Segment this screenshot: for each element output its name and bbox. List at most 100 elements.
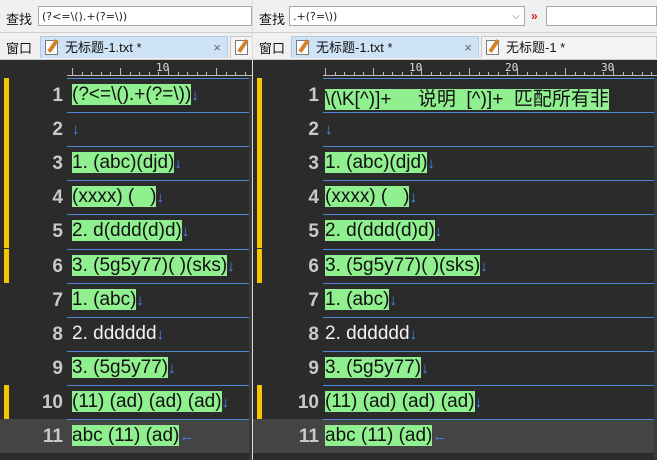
line-end-icon: ↓ [156,325,165,343]
line-text: abc (11) (ad)← [325,425,447,447]
chevron-down-icon[interactable]: ⌵ [512,7,520,25]
tab-title: 无标题-1.txt * [316,40,393,55]
code-line[interactable]: 10 (11) (ad) (ad) (ad)↓ [253,384,657,419]
ruler-tick [469,68,470,76]
code-line[interactable]: 5 2. d(ddd(d)d)↓ [253,214,657,249]
tab-untitled-1[interactable]: 无标题-1.txt * × [291,36,479,58]
line-number: 7 [52,289,63,311]
line-end-icon: ↓ [480,257,488,275]
code-line[interactable]: 2 ↓ [253,112,657,147]
tab-untitled-1[interactable]: 无标题-1.txt * × [40,36,228,58]
change-marker [4,384,9,419]
ruler-tick [555,72,557,76]
text-editor[interactable]: 1 \(\K[^)]+ 说明 [^)]+ 匹配所有非 2 ↓ 3 1. (abc)(djd… [253,78,657,460]
document-icon [296,40,309,55]
change-marker [257,214,262,249]
line-end-icon: ↓ [174,155,182,173]
line-text: ↓ [325,118,333,140]
line-end-icon: ↓ [389,291,397,309]
search-match-highlight: 3. (5g5y77) [72,356,169,378]
code-line[interactable]: 8 2. dddddd↓ [0,316,252,351]
ruler-tick [206,72,208,76]
code-line[interactable]: 8 2. dddddd↓ [253,316,657,351]
code-line[interactable]: 4 (xxxx) ( )↓ [0,180,252,215]
line-end-icon: ↓ [136,291,144,309]
ruler-tick [235,72,237,76]
code-line[interactable]: 6 3. (5g5y77)( )(sks)↓ [253,248,657,283]
line-number: 3 [308,153,319,175]
code-line[interactable]: 10 (11) (ad) (ad) (ad)↓ [0,384,252,419]
code-line[interactable]: 9 3. (5g5y77)↓ [253,350,657,385]
find-bar: 查找 .+(?=\)) ⌵ » [253,0,657,33]
line-gutter: 6 [0,248,67,283]
search-match-highlight: abc (11) (ad) [72,425,180,446]
tab-bar: 窗口 无标题-1.txt * × 无标题-1 * [253,33,657,60]
column-ruler: 10 20 30 [323,60,657,78]
replace-input[interactable] [546,6,657,26]
close-icon[interactable]: × [213,37,221,58]
close-icon[interactable]: × [464,37,472,58]
line-gutter: 3 [0,146,67,181]
ruler-tick [129,72,131,76]
code-line[interactable]: 3 1. (abc)(djd)↓ [253,146,657,181]
change-marker [4,112,9,147]
ruler-tick [148,72,150,76]
ruler-tick [187,72,189,76]
ruler-tick [225,72,227,76]
ruler-number: 30 [601,61,615,74]
code-line[interactable]: 3 1. (abc)(djd)↓ [0,146,252,181]
line-text: 2. d(ddd(d)d)↓ [72,220,189,242]
code-line[interactable]: 1 \(\K[^)]+ 说明 [^)]+ 匹配所有非 [253,78,657,112]
line-text: 1. (abc)↓ [325,288,397,311]
code-line[interactable]: 2 ↓ [0,112,252,147]
search-match-highlight: 1. (abc) [72,288,137,310]
change-marker [4,180,9,215]
text-editor[interactable]: 1 (?<=\().+(?=\))↓ 2 ↓ 3 1. (abc)(djd)↓ 4 (xxxx… [0,78,252,460]
search-match-highlight: (xxxx) ( ) [325,186,410,208]
ruler-tick [641,72,643,76]
ruler-number: 10 [409,61,423,74]
line-text: (11) (ad) (ad) (ad)↓ [72,390,229,413]
code-line[interactable]: 9 3. (5g5y77)↓ [0,350,252,385]
ruler-tick [72,68,73,76]
line-end-icon: ← [432,428,448,445]
search-match-highlight: 1. (abc)(djd) [72,152,175,174]
line-number: 9 [52,357,63,379]
change-marker [257,146,262,181]
code-line[interactable]: 11 abc (11) (ad)← [253,419,657,453]
find-input[interactable]: (?<=\().+(?=\)) [38,6,252,26]
line-end-icon: ↓ [156,189,164,207]
ruler-tick [449,72,451,76]
document-icon [486,40,499,55]
line-end-icon: ↓ [434,223,443,241]
code-line[interactable]: 6 3. (5g5y77)( )(sks)↓ [0,248,252,283]
code-line[interactable]: 11 abc (11) (ad)← [0,419,252,453]
code-line[interactable]: 5 2. d(ddd(d)d)↓ [0,214,252,249]
code-line[interactable]: 1 (?<=\().+(?=\))↓ [0,78,252,112]
line-gutter: 7 [0,282,67,317]
tab-untitled-1-b[interactable]: 无标题-1 * [481,36,657,58]
code-line[interactable]: 4 (xxxx) ( )↓ [253,180,657,215]
find-input-text: .+(?=\)) [293,10,338,23]
tab-second[interactable] [230,36,252,58]
ruler-tick [430,72,432,76]
find-input[interactable]: .+(?=\)) ⌵ [289,6,525,26]
line-gutter: 8 [253,316,323,351]
code-line[interactable]: 7 1. (abc)↓ [0,282,252,317]
line-text: 2. dddddd↓ [72,323,164,345]
code-line[interactable]: 7 1. (abc)↓ [253,282,657,317]
line-gutter: 5 [0,214,67,249]
ruler-tick [651,72,653,76]
line-end-icon: ← [179,428,195,445]
line-gutter: 2 [253,112,323,147]
line-text: 2. dddddd↓ [325,323,417,345]
window-label: 窗口 [6,41,33,56]
find-next-button[interactable]: » [531,9,538,23]
line-end-icon: ↓ [409,325,418,343]
line-end-icon: ↓ [181,223,190,241]
line-gutter: 1 [253,78,323,112]
line-number: 10 [41,391,63,413]
ruler-tick [120,68,121,76]
right-editor-pane: 查找 .+(?=\)) ⌵ » 窗口 无标题-1.txt * × 无标题-1 *… [253,0,657,460]
line-number: 8 [52,323,63,345]
